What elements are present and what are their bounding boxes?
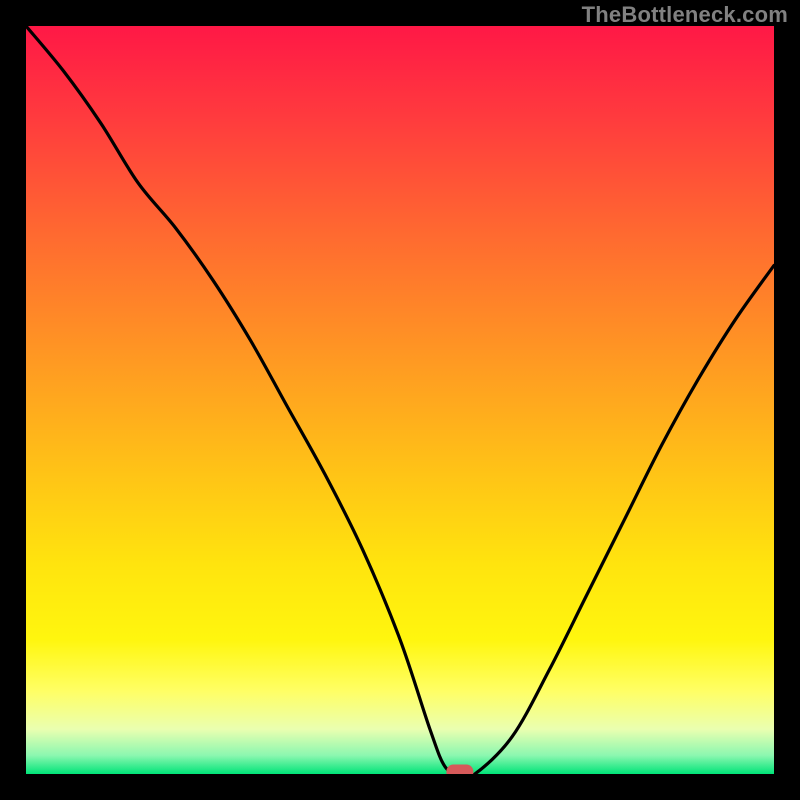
optimal-point-marker	[446, 765, 473, 775]
chart-frame: TheBottleneck.com	[0, 0, 800, 800]
watermark-text: TheBottleneck.com	[582, 2, 788, 28]
plot-svg	[26, 26, 774, 774]
bottleneck-plot	[26, 26, 774, 774]
gradient-background	[26, 26, 774, 774]
